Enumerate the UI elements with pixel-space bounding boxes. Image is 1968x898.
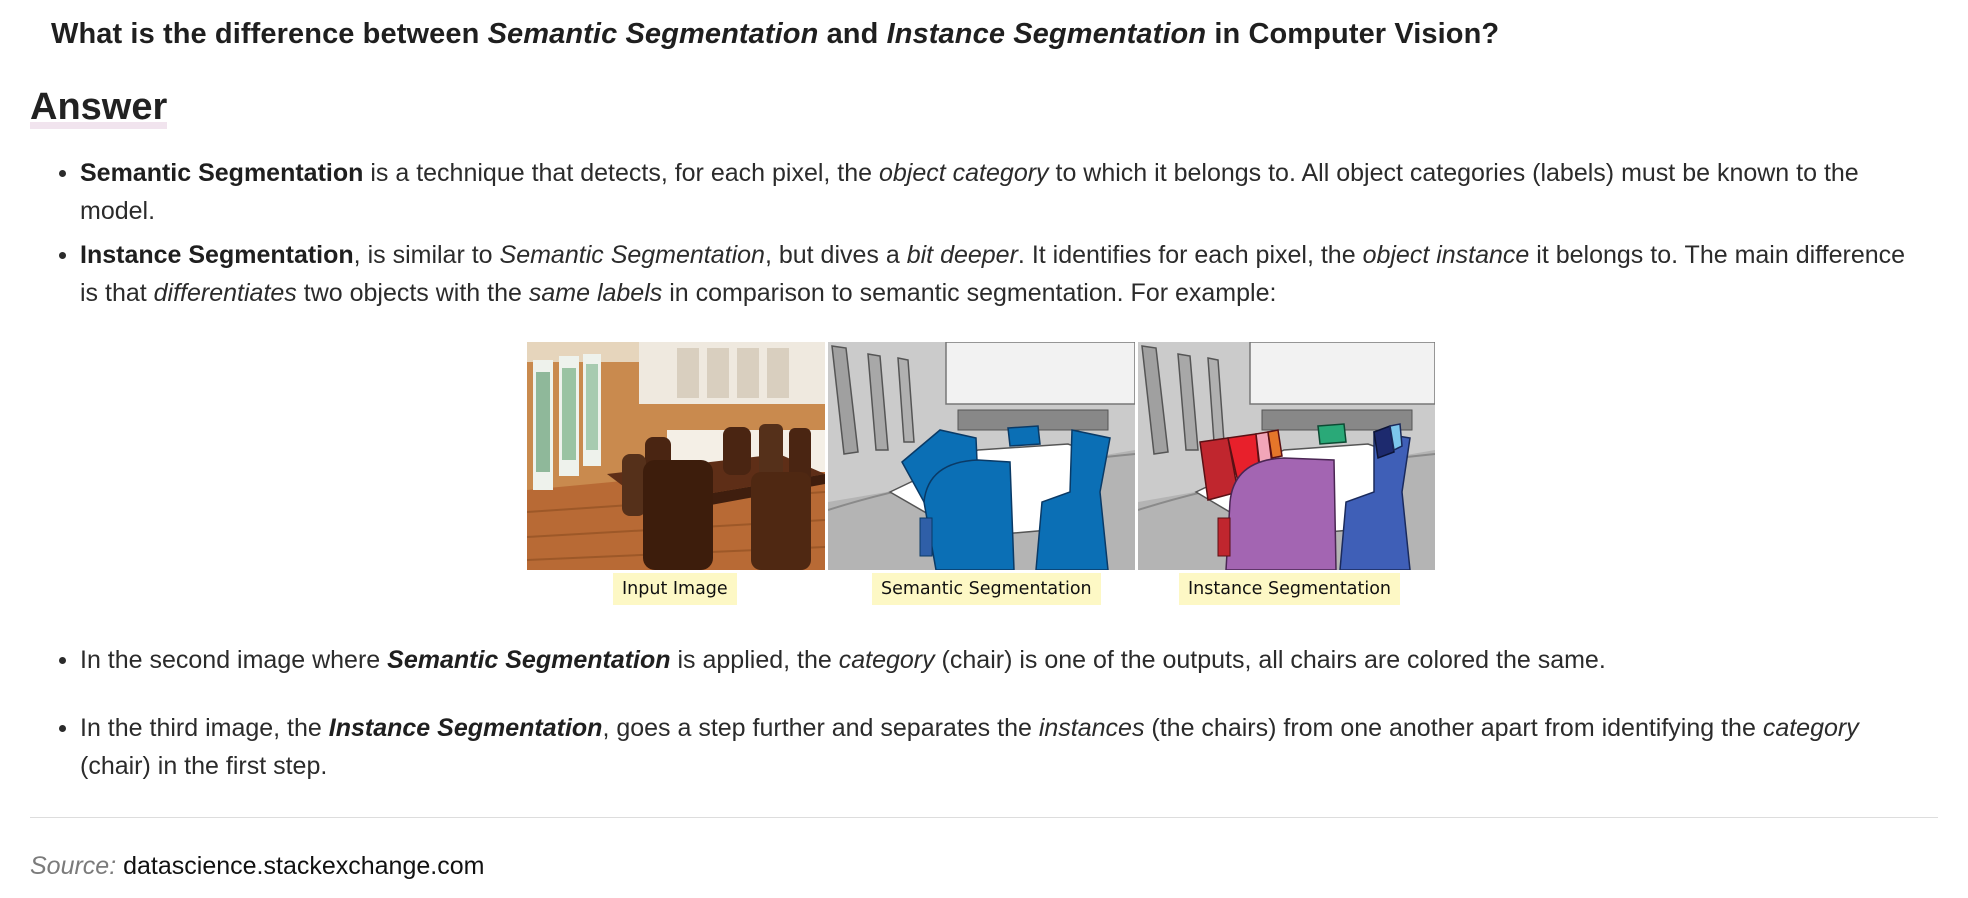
divider [30, 817, 1938, 818]
answer-heading: Answer [30, 86, 168, 129]
caption-semantic-segmentation: Semantic Segmentation [872, 573, 1101, 605]
semantic-segmentation-image [828, 342, 1135, 570]
instance-segmentation-image [1138, 342, 1435, 570]
source-label: Source: [30, 852, 117, 880]
caption-instance-segmentation: Instance Segmentation [1179, 573, 1400, 605]
bullet-semantic-definition: Semantic Segmentation is a technique tha… [59, 154, 1910, 230]
source-link[interactable]: datascience.stackexchange.com [123, 852, 484, 880]
explanation-list: In the second image where Semantic Segme… [59, 641, 1910, 785]
question-title: What is the difference between Semantic … [51, 18, 1500, 50]
bullet-instance-explanation: In the third image, the Instance Segment… [59, 709, 1910, 785]
source-line: Source: datascience.stackexchange.com [30, 852, 484, 881]
bullet-instance-definition: Instance Segmentation, is similar to Sem… [59, 236, 1910, 312]
answer-list: Semantic Segmentation is a technique tha… [59, 154, 1910, 312]
input-image [527, 342, 825, 570]
segmentation-figure: Input Image Semantic Segmentation Instan… [527, 342, 1435, 607]
caption-input-image: Input Image [613, 573, 737, 605]
bullet-semantic-explanation: In the second image where Semantic Segme… [59, 641, 1910, 679]
